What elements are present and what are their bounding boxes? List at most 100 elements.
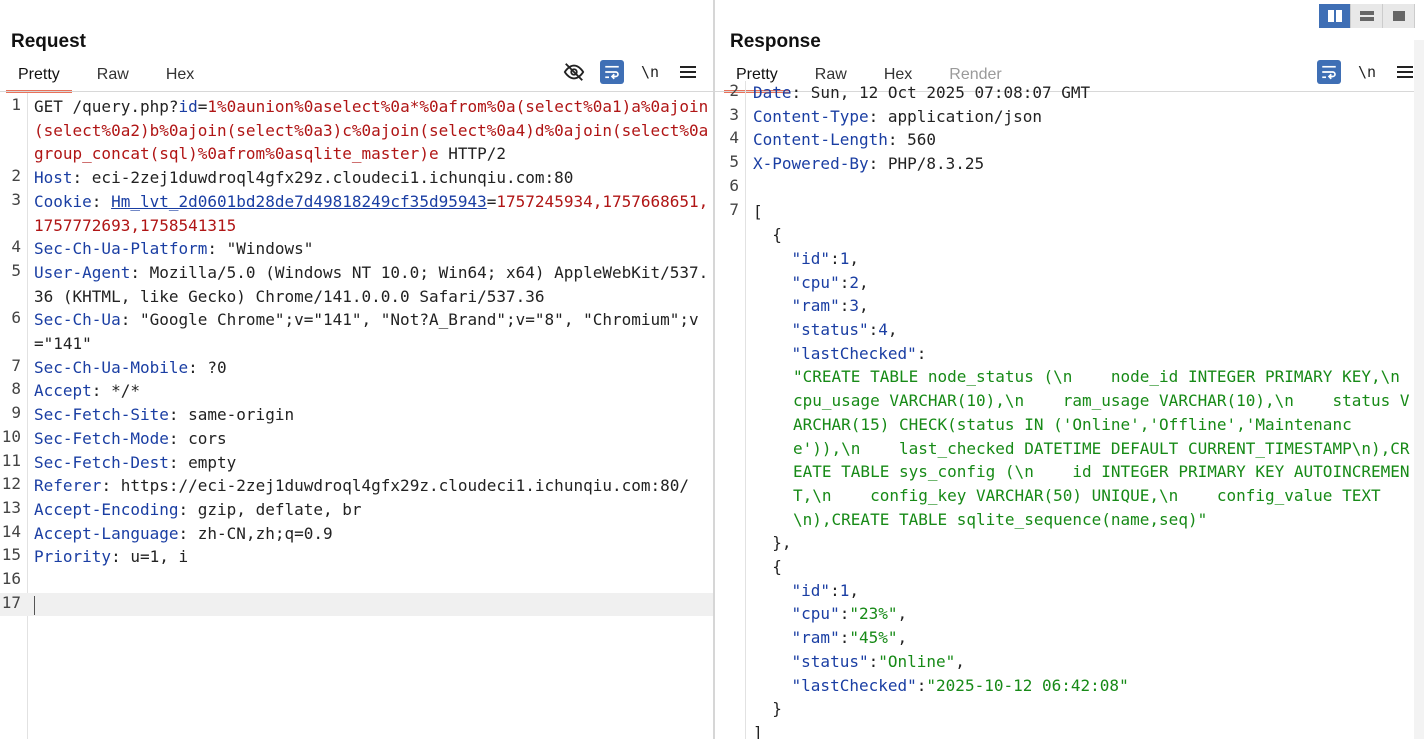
single-view-icon[interactable] [1383,4,1415,28]
line-number: 5 [11,260,21,280]
code-line: 12 Referer: https://eci-2zej1duwdroql4gfx… [0,474,713,498]
code-line: "id":1, [715,579,1412,603]
code-token: : [839,604,850,624]
line-number: 16 [1,569,21,589]
line-number: 15 [1,545,21,565]
code-token: : eci-2zej1duwdroql4gfx29z.cloudeci1.ich… [72,168,574,188]
code-line: "status":"Online", [715,650,1412,674]
code-token: Hm_lvt_2d0601bd28de7d49818249cf35d95943 [111,191,487,211]
code-token: "id" [791,580,831,600]
code-token: : gzip, deflate, br [178,499,362,519]
code-line: "cpu":"23%", [715,602,1412,626]
code-token: }, [753,533,792,553]
code-token: "cpu" [791,272,840,292]
code-line: 5 User-Agent: Mozilla/5.0 (Windows NT 10.… [0,261,713,308]
code-line: "id":1, [715,247,1412,271]
text-caret [34,595,35,615]
newline-toggle-icon[interactable]: \n [638,60,662,84]
line-content: }, [753,531,1412,555]
code-line: 10 Sec-Fetch-Mode: cors [0,427,713,451]
word-wrap-icon[interactable] [600,60,624,84]
line-number: 13 [1,497,21,517]
line-content: Referer: https://eci-2zej1duwdroql4gfx29… [34,474,713,498]
code-line: } [715,697,1412,721]
request-editor[interactable]: 1 GET /query.php?id=1%0aunion%0aselect%0a… [0,93,713,739]
code-line: "ram":"45%", [715,626,1412,650]
code-line: 2 Date: Sun, 12 Oct 2025 07:08:07 GMT [715,81,1412,105]
code-token: : empty [168,452,237,472]
code-token: Sec-Ch-Ua [34,310,121,330]
line-number: 1 [11,95,21,114]
code-token: Date [753,83,792,102]
code-line: 5 X-Powered-By: PHP/8.3.25 [715,152,1412,176]
response-editor[interactable]: 2 Date: Sun, 12 Oct 2025 07:08:07 GMT 3 Con… [715,81,1412,739]
code-line: 11 Sec-Fetch-Dest: empty [0,451,713,475]
line-number: 6 [729,175,739,195]
line-content: "ram":3, [753,294,1412,318]
line-content: "lastChecked": [753,342,1412,366]
line-content: Content-Type: application/json [753,105,1412,129]
code-token: Content-Type [753,106,869,126]
line-number: 9 [11,403,21,423]
tab-request-pretty[interactable]: Pretty [6,62,72,93]
code-token: id [178,97,198,116]
code-token: : [868,651,879,671]
code-token: = [197,97,208,116]
line-content: User-Agent: Mozilla/5.0 (Windows NT 10.0… [34,261,713,308]
line-content: Priority: u=1, i [34,545,713,569]
line-content: Cookie: Hm_lvt_2d0601bd28de7d49818249cf3… [34,190,713,237]
code-token: "2025-10-12 06:42:08" [926,675,1129,695]
code-token: : [839,628,850,648]
line-content: Accept: */* [34,379,713,403]
code-token: Accept-Encoding [34,499,179,519]
line-number: 11 [1,450,21,470]
code-line: 7 Sec-Ch-Ua-Mobile: ?0 [0,356,713,380]
line-content: Sec-Fetch-Mode: cors [34,427,713,451]
eye-slash-icon[interactable] [562,60,586,84]
code-line: 13 Accept-Encoding: gzip, deflate, br [0,498,713,522]
code-line: "ram":3, [715,294,1412,318]
code-line: 4 Sec-Ch-Ua-Platform: "Windows" [0,237,713,261]
split-horizontal-icon[interactable] [1319,4,1351,28]
code-token: : application/json [868,106,1042,126]
code-line: 8 Accept: */* [0,379,713,403]
code-token: : [839,272,850,292]
line-number: 14 [1,521,21,541]
hamburger-menu-icon[interactable] [676,60,700,84]
code-token: "status" [791,651,869,671]
line-content: Sec-Fetch-Site: same-origin [34,403,713,427]
code-token: , [897,604,908,624]
code-line: 14 Accept-Language: zh-CN,zh;q=0.9 [0,522,713,546]
code-token: : */* [91,381,140,401]
line-content: Date: Sun, 12 Oct 2025 07:08:07 GMT [753,81,1412,105]
line-content: Accept-Encoding: gzip, deflate, br [34,498,713,522]
tab-request-hex[interactable]: Hex [166,62,194,91]
code-line: 3 Cookie: Hm_lvt_2d0601bd28de7d49818249cf… [0,190,713,237]
code-line: 1 GET /query.php?id=1%0aunion%0aselect%0a… [0,95,713,166]
code-token: : cors [168,428,227,448]
line-number: 3 [729,104,739,124]
code-line: 16 [0,569,713,593]
split-vertical-icon[interactable] [1351,4,1383,28]
response-scrollbar[interactable] [1414,40,1424,739]
code-token: 2 [849,272,859,292]
code-token: , [897,628,908,648]
code-token: , [858,272,869,292]
line-content: "id":1, [753,247,1412,271]
code-token: : Sun, 12 Oct 2025 07:08:07 GMT [791,83,1091,102]
code-line: 2 Host: eci-2zej1duwdroql4gfx29z.cloudeci… [0,166,713,190]
line-content: "cpu":2, [753,271,1412,295]
code-token: Sec-Fetch-Site [34,405,169,425]
code-token: "cpu" [791,604,840,624]
tab-request-raw[interactable]: Raw [97,62,129,91]
request-title: Request [11,31,86,52]
line-content [34,593,713,617]
